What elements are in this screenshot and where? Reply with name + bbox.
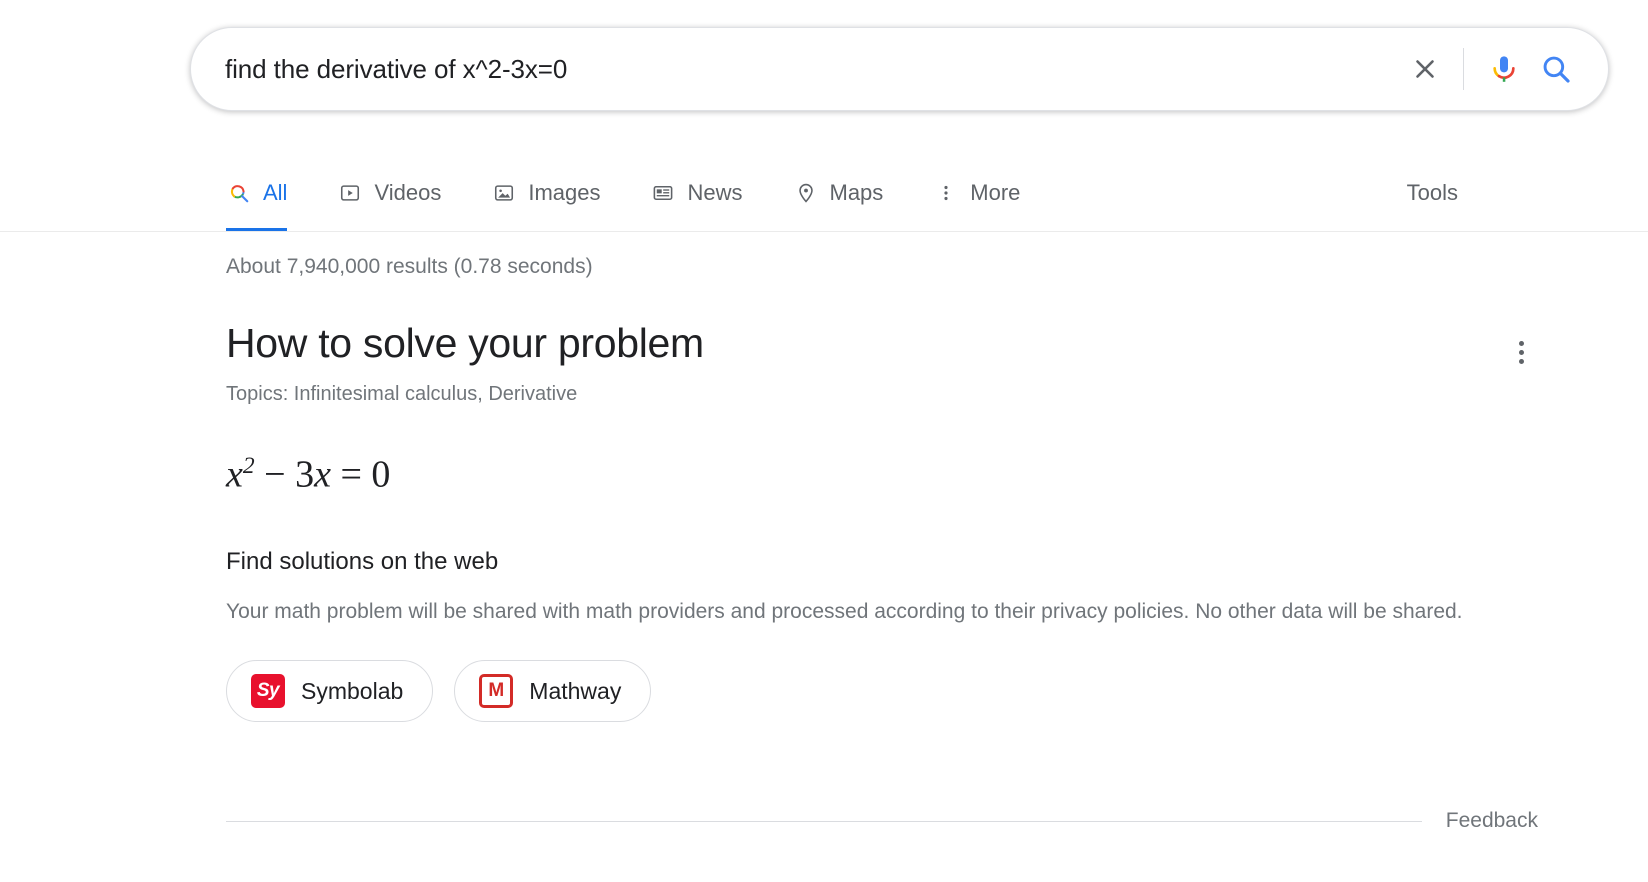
provider-symbolab-button[interactable]: Sy Symbolab bbox=[226, 660, 433, 722]
tab-label: All bbox=[263, 178, 287, 208]
search-input[interactable] bbox=[223, 53, 1399, 86]
tab-label: More bbox=[970, 178, 1020, 208]
provider-label: Symbolab bbox=[301, 676, 403, 706]
tab-label: Videos bbox=[374, 178, 441, 208]
equation-operator-1: − bbox=[255, 454, 295, 496]
panel-options-button[interactable] bbox=[1503, 334, 1539, 370]
tab-label: Maps bbox=[830, 178, 884, 208]
tab-news[interactable]: News bbox=[650, 160, 764, 231]
more-vertical-icon bbox=[1519, 341, 1524, 346]
search-icon bbox=[1540, 53, 1572, 85]
provider-label: Mathway bbox=[529, 676, 621, 706]
panel-footer: Feedback bbox=[226, 808, 1538, 834]
equation-coefficient: 3 bbox=[295, 454, 314, 496]
microphone-icon bbox=[1488, 53, 1520, 85]
search-bar[interactable] bbox=[190, 27, 1609, 111]
clear-search-button[interactable] bbox=[1399, 43, 1451, 95]
close-icon bbox=[1410, 54, 1440, 84]
tab-videos[interactable]: Videos bbox=[337, 160, 463, 231]
equation-base-1: x bbox=[226, 454, 243, 496]
feedback-link[interactable]: Feedback bbox=[1446, 808, 1538, 834]
footer-divider bbox=[226, 821, 1422, 822]
search-nav-bar: All Videos Images bbox=[0, 160, 1648, 232]
tools-button[interactable]: Tools bbox=[1407, 160, 1458, 208]
provider-mathway-button[interactable]: M Mathway bbox=[454, 660, 651, 722]
more-vertical-icon bbox=[933, 178, 959, 208]
math-solver-panel: How to solve your problem Topics: Infini… bbox=[226, 318, 1538, 722]
search-submit-button[interactable] bbox=[1530, 43, 1582, 95]
more-vertical-icon bbox=[1519, 350, 1524, 355]
math-equation: x2 − 3x = 0 bbox=[226, 443, 1538, 498]
equation-rhs: 0 bbox=[371, 454, 390, 496]
search-icon bbox=[226, 178, 252, 208]
symbolab-logo-icon: Sy bbox=[251, 674, 285, 708]
section-heading: Find solutions on the web bbox=[226, 546, 1538, 578]
panel-topics: Topics: Infinitesimal calculus, Derivati… bbox=[226, 381, 1538, 407]
search-results-content: About 7,940,000 results (0.78 seconds) H… bbox=[226, 232, 1538, 722]
tab-images[interactable]: Images bbox=[491, 160, 622, 231]
search-bar-container bbox=[190, 27, 1609, 111]
equation-base-2: x bbox=[314, 454, 331, 496]
map-pin-icon bbox=[793, 178, 819, 208]
result-stats: About 7,940,000 results (0.78 seconds) bbox=[226, 232, 1538, 280]
tab-label: Images bbox=[528, 178, 600, 208]
voice-search-button[interactable] bbox=[1478, 43, 1530, 95]
privacy-notice: Your math problem will be shared with ma… bbox=[226, 597, 1486, 626]
tab-more[interactable]: More bbox=[933, 160, 1042, 231]
page-title: How to solve your problem bbox=[226, 318, 1538, 368]
equation-exponent-1: 2 bbox=[243, 453, 255, 479]
more-vertical-icon bbox=[1519, 359, 1524, 364]
provider-list: Sy Symbolab M Mathway bbox=[226, 660, 1538, 722]
tab-label: News bbox=[687, 178, 742, 208]
tab-maps[interactable]: Maps bbox=[793, 160, 906, 231]
tab-all[interactable]: All bbox=[226, 160, 309, 231]
equation-equals: = bbox=[331, 454, 371, 496]
image-icon bbox=[491, 178, 517, 208]
search-nav-tabs: All Videos Images bbox=[226, 160, 1458, 231]
mathway-logo-icon: M bbox=[479, 674, 513, 708]
search-bar-divider bbox=[1463, 48, 1464, 90]
newspaper-icon bbox=[650, 178, 676, 208]
video-icon bbox=[337, 178, 363, 208]
